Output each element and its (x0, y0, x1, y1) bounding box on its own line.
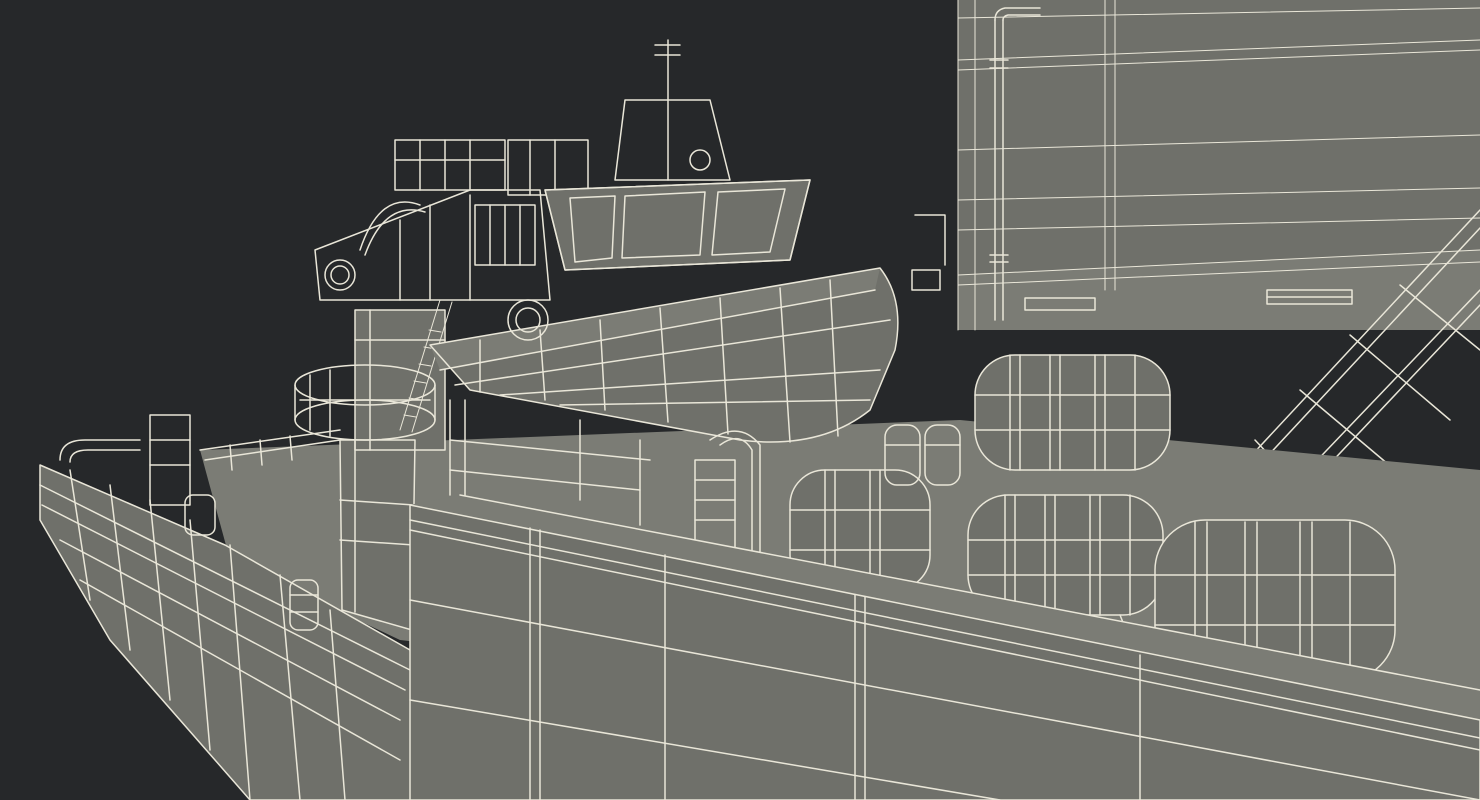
bridge-superstructure (957, 0, 1480, 331)
tank-upper (974, 354, 1171, 471)
wireframe-ship-render (0, 0, 1480, 800)
